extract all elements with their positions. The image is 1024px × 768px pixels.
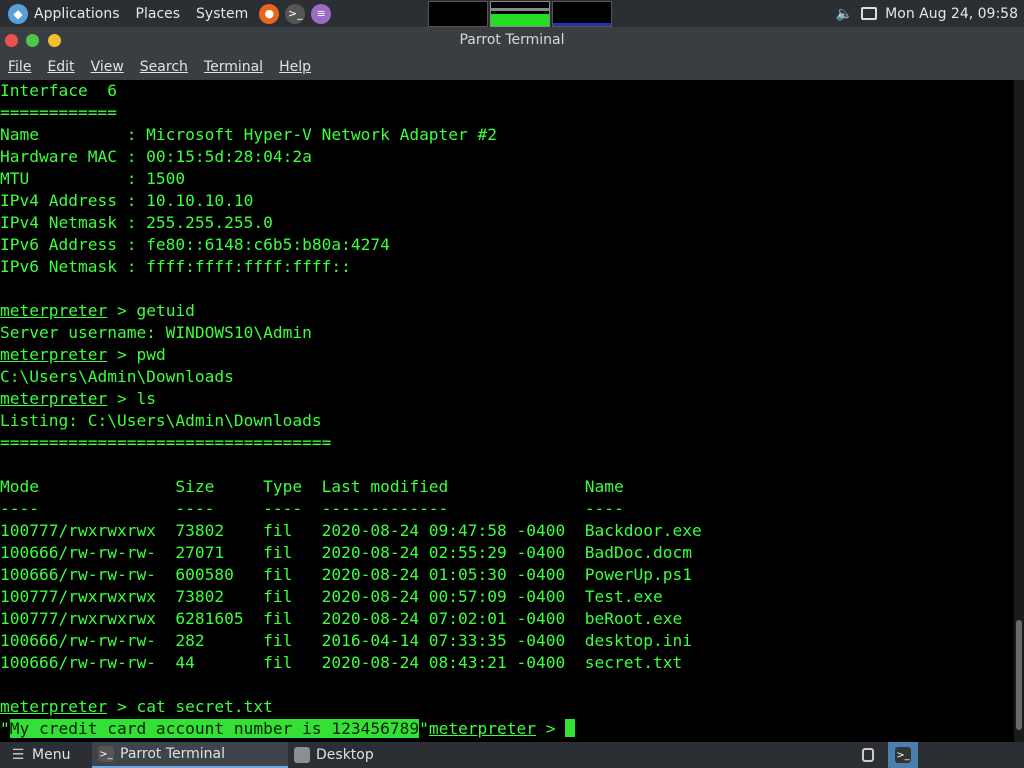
- command-line: meterpreter > pwd: [0, 344, 1014, 366]
- listing-rule: ==================================: [0, 433, 332, 452]
- workspace-3[interactable]: [552, 1, 612, 27]
- places-menu[interactable]: Places: [128, 0, 189, 27]
- menu-view[interactable]: View: [83, 59, 132, 75]
- system-menu[interactable]: System: [188, 0, 256, 27]
- terminal-line: IPv4 Netmask : 255.255.255.0: [0, 213, 273, 232]
- table-row: 100666/rw-rw-rw- 27071 fil 2020-08-24 02…: [0, 543, 692, 562]
- system-tray: 🔈 Mon Aug 24, 09:58: [836, 0, 1018, 27]
- text-cursor: [565, 719, 576, 737]
- prompt-label: meterpreter: [0, 389, 108, 408]
- command-line: meterpreter > ls: [0, 388, 1014, 410]
- taskbar-terminal-label: Parrot Terminal: [120, 746, 226, 762]
- bottom-taskbar: ☰ Menu >_ Parrot Terminal Desktop >_: [0, 742, 1024, 768]
- listing-title: Listing: C:\Users\Admin\Downloads: [0, 411, 322, 430]
- menu-button[interactable]: ☰ Menu: [10, 742, 71, 768]
- terminal-launcher-icon[interactable]: >_: [285, 3, 306, 24]
- menu-edit-label: Edit: [47, 59, 75, 75]
- quote-close: ": [419, 719, 429, 738]
- terminal-line: IPv6 Address : fe80::6148:c6b5:b80a:4274: [0, 235, 390, 254]
- terminal-icon: >_: [98, 746, 114, 762]
- workspace-2[interactable]: [490, 1, 550, 27]
- quote-open: ": [0, 719, 10, 738]
- terminal-output[interactable]: Interface 6 ============ Name : Microsof…: [0, 80, 1014, 742]
- menu-button-label: Menu: [32, 747, 71, 763]
- table-rule: ---- ---- ---- ------------- ----: [0, 499, 624, 518]
- menu-edit[interactable]: Edit: [39, 59, 82, 75]
- table-row: 100666/rw-rw-rw- 600580 fil 2020-08-24 0…: [0, 565, 692, 584]
- menu-file[interactable]: File: [0, 59, 39, 75]
- terminal-line: IPv4 Address : 10.10.10.10: [0, 191, 254, 210]
- terminal-line: Name : Microsoft Hyper-V Network Adapter…: [0, 125, 498, 144]
- command-line: meterpreter > getuid: [0, 300, 1014, 322]
- terminal-scrollbar[interactable]: [1014, 80, 1024, 742]
- prompt-label: meterpreter: [0, 345, 108, 364]
- display-icon[interactable]: [861, 7, 878, 20]
- table-row: 100777/rwxrwxrwx 73802 fil 2020-08-24 09…: [0, 521, 702, 540]
- table-row: 100666/rw-rw-rw- 282 fil 2016-04-14 07:3…: [0, 631, 692, 650]
- taskbar-desktop[interactable]: Desktop: [294, 742, 374, 768]
- table-row: 100666/rw-rw-rw- 44 fil 2020-08-24 08:43…: [0, 653, 683, 672]
- parrot-logo-icon: ◆: [8, 3, 28, 24]
- menu-help-label: Help: [279, 59, 311, 75]
- terminal-line: IPv6 Netmask : ffff:ffff:ffff:ffff::: [0, 257, 351, 276]
- volume-icon[interactable]: 🔈: [836, 6, 853, 22]
- menu-icon: ☰: [11, 747, 25, 763]
- command-text: pwd: [136, 345, 166, 364]
- tray-terminal-icon[interactable]: >_: [888, 742, 918, 768]
- menubar: File Edit View Search Terminal Help: [0, 54, 1024, 80]
- command-text: ls: [136, 389, 156, 408]
- prompt-separator: >: [107, 301, 137, 320]
- text-editor-icon[interactable]: ≡: [311, 3, 332, 24]
- menu-file-label: File: [8, 59, 32, 75]
- table-row: 100777/rwxrwxrwx 6281605 fil 2020-08-24 …: [0, 609, 683, 628]
- command-text: cat secret.txt: [136, 697, 273, 716]
- workspace-1[interactable]: [428, 1, 488, 27]
- prompt-separator: >: [536, 719, 566, 738]
- window-titlebar[interactable]: Parrot Terminal: [0, 27, 1024, 54]
- selected-secret-text[interactable]: My credit card account number is 1234567…: [9, 719, 420, 738]
- menu-terminal[interactable]: Terminal: [196, 59, 271, 75]
- window-title: Parrot Terminal: [459, 32, 565, 48]
- prompt-separator: >: [107, 697, 137, 716]
- current-line[interactable]: "My credit card account number is 123456…: [0, 718, 1014, 740]
- command-output: C:\Users\Admin\Downloads: [0, 367, 234, 386]
- command-text: getuid: [136, 301, 195, 320]
- command-output: Server username: WINDOWS10\Admin: [0, 323, 312, 342]
- clock[interactable]: Mon Aug 24, 09:58: [885, 6, 1018, 22]
- terminal-line: ============: [0, 103, 117, 122]
- taskbar-desktop-label: Desktop: [316, 747, 374, 763]
- scrollbar-thumb[interactable]: [1016, 620, 1022, 730]
- prompt-label: meterpreter: [428, 719, 537, 738]
- terminal-line: MTU : 1500: [0, 169, 186, 188]
- prompt-label: meterpreter: [0, 301, 108, 320]
- menu-terminal-label: Terminal: [203, 59, 264, 75]
- tray-network-icon[interactable]: [862, 742, 880, 768]
- table-row: 100777/rwxrwxrwx 73802 fil 2020-08-24 00…: [0, 587, 663, 606]
- menu-search[interactable]: Search: [132, 59, 196, 75]
- taskbar-terminal[interactable]: >_ Parrot Terminal: [92, 742, 288, 768]
- firefox-icon[interactable]: ●: [259, 3, 280, 24]
- table-header: Mode Size Type Last modified Name: [0, 477, 624, 496]
- network-icon: [862, 748, 874, 762]
- menu-view-label: View: [90, 59, 124, 75]
- terminal-line: Hardware MAC : 00:15:5d:28:04:2a: [0, 147, 312, 166]
- prompt-separator: >: [107, 345, 137, 364]
- command-line: meterpreter > cat secret.txt: [0, 696, 1014, 718]
- folder-icon: [294, 747, 310, 763]
- top-panel: ◆ Applications Places System ● >_ ≡ 🔈 Mo…: [0, 0, 1024, 27]
- terminal-line: Interface 6: [0, 81, 117, 100]
- menu-help[interactable]: Help: [271, 59, 319, 75]
- menu-search-label: Search: [139, 59, 188, 75]
- workspace-switcher: [428, 1, 612, 27]
- prompt-separator: >: [107, 389, 137, 408]
- terminal-tray-icon: >_: [895, 747, 911, 763]
- applications-label: Applications: [34, 5, 120, 22]
- applications-menu[interactable]: ◆ Applications: [0, 0, 128, 27]
- prompt-label: meterpreter: [0, 697, 108, 716]
